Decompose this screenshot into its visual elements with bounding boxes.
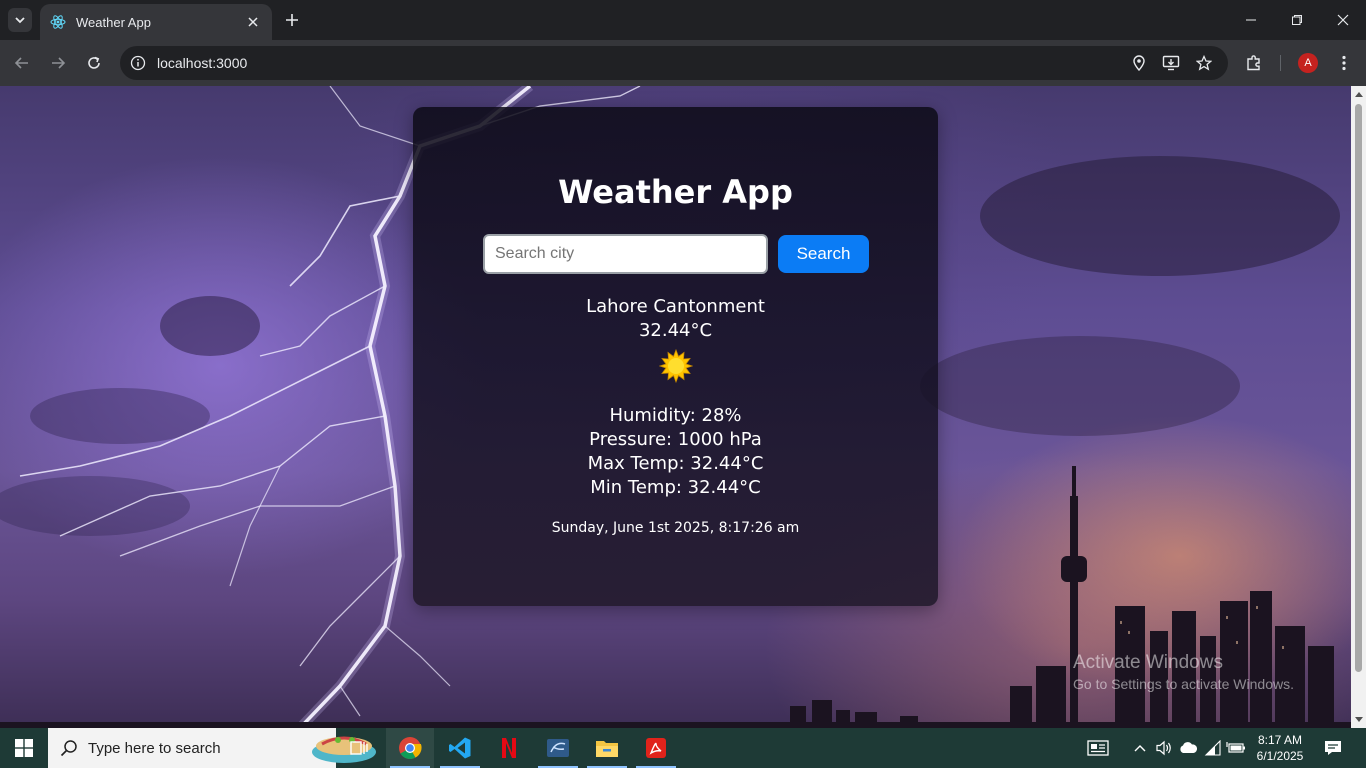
date-time: Sunday, June 1st 2025, 8:17:26 am — [551, 520, 800, 536]
profile-avatar[interactable]: A — [1298, 53, 1318, 73]
scroll-down-icon[interactable] — [1351, 712, 1366, 728]
start-button[interactable] — [0, 728, 48, 768]
weather-details: Humidity: 28% Pressure: 1000 hPa Max Tem… — [413, 404, 938, 500]
vscode-icon — [449, 737, 471, 759]
news-widget-icon[interactable] — [1086, 738, 1110, 758]
minimize-icon — [1246, 19, 1256, 21]
taskbar-netflix[interactable] — [485, 728, 533, 768]
restore-button[interactable] — [1274, 0, 1320, 40]
windows-taskbar: Type here to search 8:17 AM 6/1/2025 — [0, 728, 1366, 768]
activate-subtitle: Go to Settings to activate Windows. — [1073, 676, 1294, 692]
taskbar-search-box[interactable]: Type here to search — [48, 728, 376, 768]
wifi-icon[interactable] — [1203, 738, 1223, 758]
chevron-up-icon[interactable] — [1130, 738, 1150, 758]
weather-card: Weather App Search Lahore Cantonment 32.… — [413, 107, 938, 606]
ssms-icon — [547, 739, 569, 757]
tab-title: Weather App — [76, 14, 151, 30]
taskbar-vscode[interactable] — [436, 728, 484, 768]
clock-time: 8:17 AM — [1257, 733, 1303, 747]
info-icon[interactable] — [128, 53, 148, 73]
back-button[interactable] — [10, 51, 34, 75]
search-icon — [60, 740, 77, 757]
bookmark-star-icon[interactable] — [1194, 53, 1214, 73]
arrow-left-icon — [14, 57, 28, 69]
close-window-button[interactable] — [1320, 0, 1366, 40]
taskbar-clock[interactable]: 8:17 AM 6/1/2025 — [1250, 732, 1310, 764]
kebab-menu-icon[interactable] — [1332, 51, 1356, 75]
url-text: localhost:3000 — [157, 55, 248, 71]
chevron-down-icon — [15, 17, 25, 24]
page-viewport: Weather App Search Lahore Cantonment 32.… — [0, 86, 1351, 728]
taskbar-acrobat[interactable] — [632, 728, 680, 768]
forward-button[interactable] — [46, 51, 70, 75]
acrobat-icon — [646, 738, 666, 758]
reload-icon — [88, 56, 100, 69]
humidity: Humidity: 28% — [609, 405, 742, 426]
windows-logo-icon — [15, 739, 33, 757]
pressure: Pressure: 1000 hPa — [589, 429, 762, 450]
activate-windows-watermark: Activate Windows Go to Settings to activ… — [1073, 652, 1294, 692]
app-title: Weather App — [558, 173, 793, 211]
file-explorer-icon — [596, 741, 618, 757]
task-view-button[interactable] — [336, 728, 384, 768]
taskbar-sql-server[interactable] — [534, 728, 582, 768]
temperature: 32.44°C — [638, 320, 713, 341]
location-pin-icon[interactable] — [1129, 53, 1149, 73]
netflix-icon — [502, 738, 516, 758]
extensions-icon[interactable] — [1242, 51, 1266, 75]
onedrive-icon[interactable] — [1178, 738, 1198, 758]
battery-icon[interactable] — [1226, 738, 1246, 758]
plus-icon — [286, 14, 298, 26]
taskbar-search-placeholder: Type here to search — [88, 739, 221, 757]
notification-center-icon[interactable] — [1322, 738, 1344, 758]
page-scrollbar[interactable] — [1351, 86, 1366, 728]
minimize-button[interactable] — [1228, 0, 1274, 40]
scroll-up-icon[interactable] — [1351, 86, 1366, 102]
browser-toolbar: localhost:3000 A — [0, 40, 1366, 86]
min-temp: Min Temp: 32.44°C — [590, 477, 761, 498]
tab-weather-app[interactable]: Weather App — [40, 4, 272, 40]
sun-icon — [659, 349, 693, 383]
search-city-input[interactable] — [483, 234, 768, 274]
search-button[interactable]: Search — [778, 235, 869, 273]
scroll-thumb[interactable] — [1355, 104, 1362, 672]
address-bar[interactable]: localhost:3000 — [120, 46, 1228, 80]
restore-icon — [1292, 15, 1302, 25]
chrome-icon — [399, 737, 422, 759]
taskbar-chrome[interactable] — [386, 728, 434, 768]
close-icon — [1337, 14, 1349, 26]
react-icon — [50, 14, 66, 30]
volume-icon[interactable] — [1154, 738, 1174, 758]
activate-title: Activate Windows — [1073, 652, 1223, 673]
toolbar-separator — [1280, 55, 1281, 71]
close-icon[interactable] — [244, 13, 262, 31]
install-app-icon[interactable] — [1161, 53, 1181, 73]
clock-date: 6/1/2025 — [1256, 749, 1304, 763]
task-view-icon — [350, 741, 368, 755]
new-tab-button[interactable] — [280, 8, 304, 32]
max-temp: Max Temp: 32.44°C — [587, 453, 764, 474]
reload-button[interactable] — [82, 51, 106, 75]
taskbar-file-explorer[interactable] — [583, 728, 631, 768]
city-name: Lahore Cantonment — [586, 296, 765, 317]
tab-search-button[interactable] — [8, 8, 32, 32]
arrow-right-icon — [52, 57, 66, 69]
tab-strip: Weather App — [0, 0, 1366, 40]
